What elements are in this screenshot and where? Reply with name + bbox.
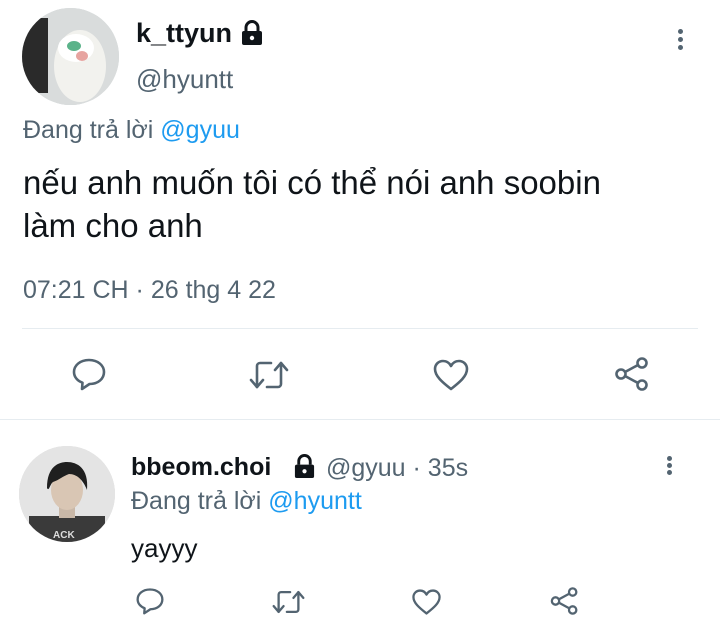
avatar[interactable] [22,8,119,105]
reply-avatar[interactable]: ACK [19,446,115,542]
replying-prefix: Đang trả lời [23,116,154,144]
reply-display-name[interactable]: bbeom.choi [131,453,271,482]
reply-text: yayyy [131,533,198,563]
retweet-icon[interactable] [249,358,289,392]
more-icon[interactable] [676,29,684,50]
divider [0,419,720,420]
replying-to-link[interactable]: @gyuu [160,116,240,144]
like-icon[interactable] [432,358,470,392]
svg-text:ACK: ACK [53,530,75,541]
tweet-text-line-1: nếu anh muốn tôi có thể nói anh soobin [23,164,601,201]
replying-to-line: Đang trả lời @gyuu [23,116,240,145]
display-name[interactable]: k_ttyun [136,18,232,49]
retweet-icon[interactable] [272,588,305,616]
lock-icon [293,454,316,479]
divider [22,328,698,329]
reply-replying-to-line: Đang trả lời @hyuntt [131,487,362,516]
lock-icon [240,20,264,46]
reply-icon[interactable] [135,587,165,615]
more-icon[interactable] [665,456,673,475]
like-icon[interactable] [411,588,442,616]
share-icon[interactable] [613,356,651,392]
handle[interactable]: @hyuntt [136,64,233,95]
tweet-text-line-2: làm cho anh [23,207,203,244]
timestamp[interactable]: 07:21 CH · 26 thg 4 22 [23,276,276,305]
replying-to-link[interactable]: @hyuntt [268,487,361,515]
reply-handle-time[interactable]: @gyuu · 35s [326,454,468,483]
share-icon[interactable] [549,586,580,616]
replying-prefix: Đang trả lời [131,487,262,515]
reply-icon[interactable] [71,357,107,391]
